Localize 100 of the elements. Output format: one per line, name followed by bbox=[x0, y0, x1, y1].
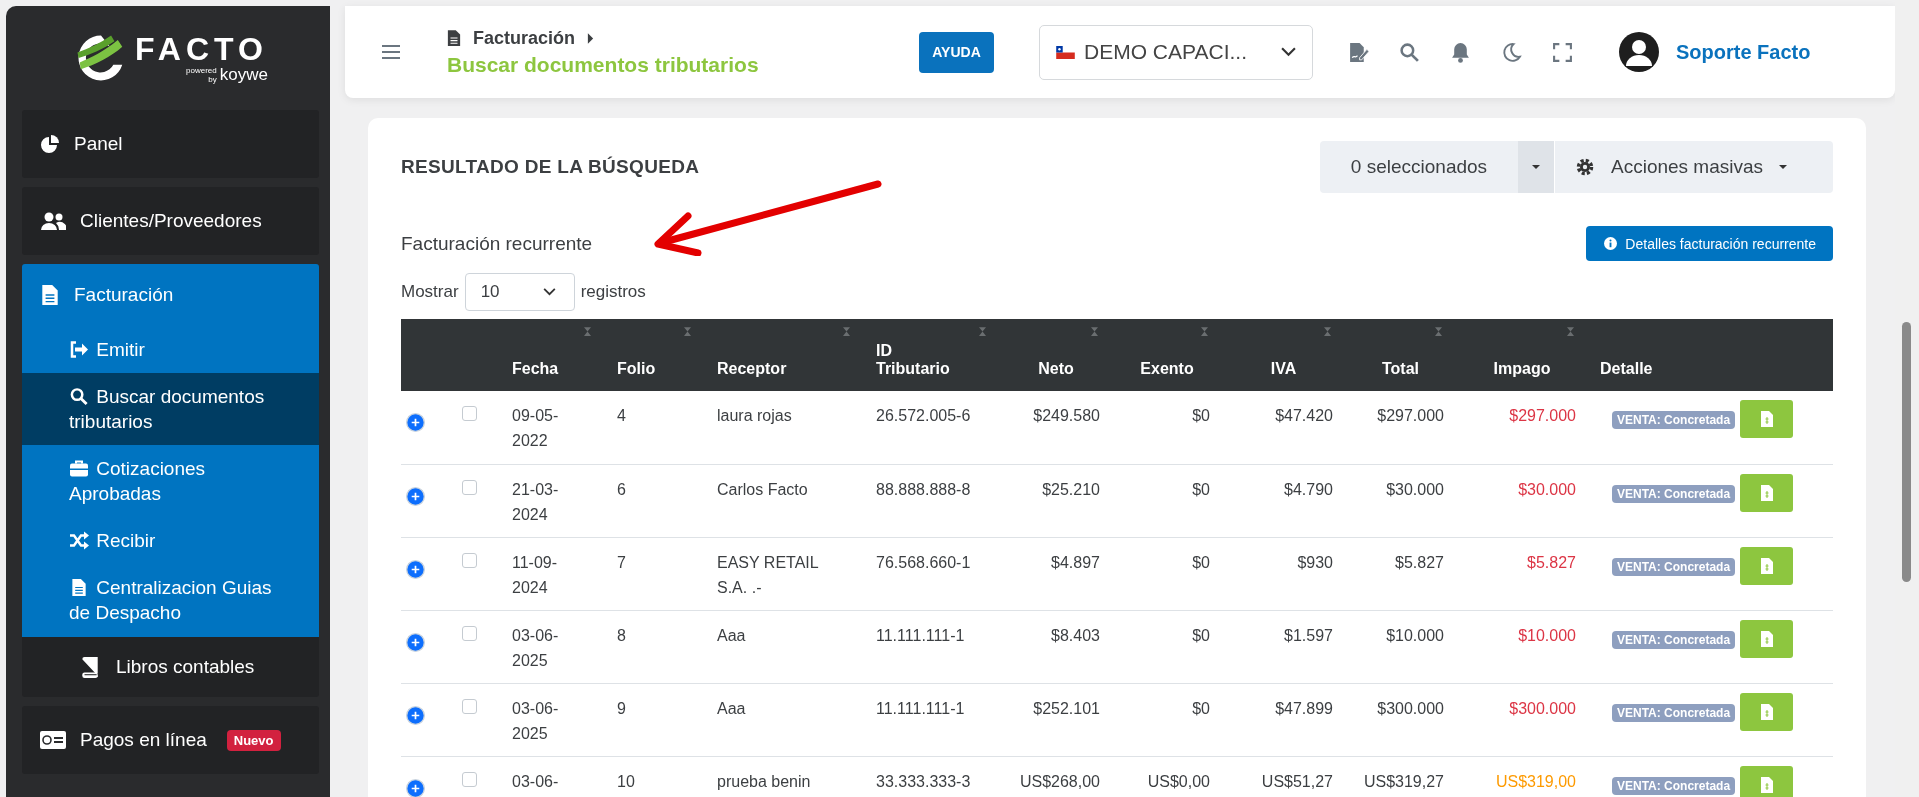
invoice-button[interactable] bbox=[1740, 619, 1794, 658]
table-cell: 6 bbox=[617, 480, 626, 498]
row-checkbox[interactable] bbox=[462, 406, 477, 421]
column-header: Neto bbox=[1038, 360, 1074, 378]
row-checkbox[interactable] bbox=[462, 479, 477, 495]
table-cell: $4.897 bbox=[1051, 553, 1100, 571]
submenu-item[interactable]: Recibir bbox=[22, 517, 319, 564]
records-label: registros bbox=[580, 282, 646, 302]
row-checkbox[interactable] bbox=[462, 698, 477, 714]
show-label: Mostrar bbox=[401, 282, 459, 302]
status-badge: VENTA: Concretada bbox=[1612, 776, 1736, 795]
search-icon[interactable] bbox=[1399, 41, 1420, 63]
sort-icon[interactable] bbox=[1324, 327, 1331, 336]
submenu-item[interactable]: Cotizaciones Aprobadas bbox=[22, 445, 319, 517]
table-cell: 11.111.111-1 bbox=[876, 626, 965, 644]
submenu-item[interactable]: Centralizacion Guias de Despacho bbox=[22, 564, 319, 637]
expand-icon[interactable] bbox=[406, 778, 425, 797]
table-cell: US$0,00 bbox=[1147, 772, 1210, 790]
signed-document-icon[interactable] bbox=[1348, 41, 1369, 63]
sort-icon[interactable] bbox=[979, 327, 986, 336]
table-cell: $297.000 bbox=[1509, 407, 1576, 424]
bulk-actions-button[interactable]: Acciones masivas bbox=[1555, 141, 1833, 193]
scrollbar-thumb[interactable] bbox=[1902, 322, 1911, 582]
moon-icon[interactable] bbox=[1501, 41, 1522, 63]
expand-icon[interactable] bbox=[406, 559, 425, 579]
table-cell: $1.597 bbox=[1284, 626, 1333, 644]
sidebar-item[interactable]: Panel bbox=[22, 110, 319, 178]
invoice-button[interactable] bbox=[1740, 400, 1794, 438]
sort-icon[interactable] bbox=[1201, 327, 1208, 336]
submenu-item[interactable]: Buscar documentos tributarios bbox=[22, 373, 319, 445]
invoice-button[interactable] bbox=[1740, 546, 1794, 585]
bell-icon[interactable] bbox=[1450, 41, 1471, 63]
status-badge: VENTA: Concretada bbox=[1612, 557, 1736, 576]
table-cell: 11.111.111-1 bbox=[876, 699, 965, 717]
invoice-button[interactable] bbox=[1740, 765, 1794, 797]
sort-icon[interactable] bbox=[843, 327, 850, 336]
caret-icon bbox=[587, 32, 595, 44]
column-header: Folio bbox=[617, 360, 656, 378]
page-size-select[interactable]: 10 bbox=[464, 273, 575, 311]
pie-chart-icon bbox=[40, 133, 60, 155]
table-cell: US$51,27 bbox=[1261, 772, 1333, 790]
column-header: Fecha bbox=[512, 360, 559, 378]
sort-icon[interactable] bbox=[684, 327, 691, 336]
sort-icon[interactable] bbox=[1435, 327, 1442, 336]
menu-icon[interactable] bbox=[381, 44, 401, 60]
table-cell: $300.000 bbox=[1509, 699, 1576, 717]
column-header: Detalle bbox=[1600, 360, 1653, 378]
table-cell-text: 03-06- bbox=[512, 771, 559, 792]
help-button[interactable]: AYUDA bbox=[919, 31, 994, 73]
avatar-icon[interactable] bbox=[1619, 32, 1659, 72]
invoice-button[interactable] bbox=[1740, 473, 1794, 512]
table-cell: $10.000 bbox=[1518, 626, 1576, 644]
invoice-button[interactable] bbox=[1740, 692, 1794, 731]
table-cell: $0 bbox=[1192, 553, 1210, 571]
table-cell: $300.000 bbox=[1377, 699, 1444, 717]
table-cell-text: 03-06-2025 bbox=[512, 698, 560, 744]
sort-icon[interactable] bbox=[584, 327, 591, 336]
sidebar-item[interactable]: Facturación bbox=[22, 264, 319, 326]
table-cell: 4 bbox=[617, 407, 626, 424]
document-icon bbox=[447, 29, 461, 47]
table-cell: US$319,27 bbox=[1363, 772, 1444, 790]
fullscreen-icon[interactable] bbox=[1552, 41, 1573, 63]
status-badge: VENTA: Concretada bbox=[1612, 411, 1736, 429]
details-button[interactable]: Detalles facturación recurrente bbox=[1586, 226, 1833, 261]
sort-icon[interactable] bbox=[1091, 327, 1098, 336]
sidebar-item[interactable]: Pagos en línea Nuevo bbox=[22, 706, 319, 774]
table-cell: $0 bbox=[1192, 699, 1210, 717]
table-cell: $47.420 bbox=[1275, 407, 1333, 424]
table-cell: 9 bbox=[617, 699, 626, 717]
expand-icon[interactable] bbox=[406, 632, 425, 652]
chevron-down-icon bbox=[1281, 47, 1296, 57]
table-cell: 26.572.005-6 bbox=[876, 407, 971, 424]
table-cell-text: 21-03-2024 bbox=[512, 479, 560, 525]
document-icon bbox=[69, 578, 89, 597]
row-checkbox[interactable] bbox=[462, 771, 477, 787]
breadcrumb-link[interactable]: Facturación bbox=[473, 27, 576, 49]
subtitle: Facturación recurrente bbox=[401, 232, 593, 255]
table-cell-text: 11-09-2024 bbox=[512, 552, 559, 598]
sidebar-item[interactable]: Libros contables bbox=[22, 637, 319, 697]
sidebar-item[interactable]: Clientes/Proveedores bbox=[22, 187, 319, 255]
table-cell: 88.888.888-8 bbox=[876, 480, 971, 498]
company-select[interactable]: DEMO CAPACI... bbox=[1039, 24, 1313, 80]
table-cell-text: Carlos Facto bbox=[717, 479, 808, 500]
sort-icon[interactable] bbox=[1567, 327, 1574, 336]
expand-icon[interactable] bbox=[406, 486, 425, 506]
table-cell: $0 bbox=[1192, 626, 1210, 644]
column-header: ID Tributario bbox=[876, 342, 951, 378]
table-cell: $25.210 bbox=[1042, 480, 1100, 498]
row-checkbox[interactable] bbox=[462, 552, 477, 568]
table-cell-text: Aaa bbox=[717, 625, 746, 646]
table-cell: 76.568.660-1 bbox=[876, 553, 971, 571]
expand-icon[interactable] bbox=[406, 705, 425, 725]
submenu-item[interactable]: Emitir bbox=[22, 326, 319, 373]
document-icon bbox=[40, 284, 60, 306]
selection-button[interactable]: 0 seleccionados bbox=[1320, 141, 1518, 193]
flag-icon bbox=[1056, 45, 1075, 59]
user-name[interactable]: Soporte Facto bbox=[1676, 40, 1811, 64]
expand-icon[interactable] bbox=[406, 413, 425, 432]
row-checkbox[interactable] bbox=[462, 625, 477, 641]
status-badge: VENTA: Concretada bbox=[1612, 484, 1736, 503]
